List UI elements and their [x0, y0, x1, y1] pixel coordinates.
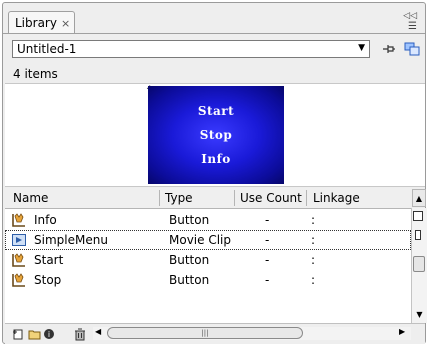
new-symbol-icon[interactable] — [11, 327, 25, 341]
list-header: Name Type Use Count Linkage — [5, 188, 411, 209]
column-divider[interactable] — [306, 190, 307, 206]
new-library-panel-icon[interactable] — [403, 40, 421, 58]
column-divider[interactable] — [234, 190, 235, 206]
button-symbol-icon — [11, 252, 27, 268]
column-header-type[interactable]: Type — [165, 191, 193, 205]
list-item[interactable]: Start Button - : — [5, 250, 411, 270]
column-divider[interactable] — [159, 190, 160, 206]
scroll-down-icon[interactable]: ▼ — [414, 309, 425, 320]
scroll-left-icon[interactable]: ◀ — [95, 327, 101, 336]
item-linkage: : — [311, 253, 316, 267]
close-tab-icon[interactable]: × — [61, 17, 70, 30]
horizontal-scroll-thumb[interactable]: ||| — [107, 327, 303, 339]
item-use-count: - — [265, 213, 270, 227]
collapse-panel-icon[interactable]: ◁◁ — [403, 11, 417, 21]
column-header-name[interactable]: Name — [13, 191, 48, 205]
item-name: Start — [34, 253, 64, 267]
preview-stop-label: Stop — [199, 128, 233, 142]
document-select[interactable]: Untitled-1 ▼ — [12, 40, 370, 58]
item-linkage: : — [311, 233, 316, 247]
item-name: Stop — [34, 273, 62, 287]
preview-start-label: Start — [197, 104, 235, 118]
horizontal-scrollbar[interactable]: ◀ ||| ▶ — [93, 327, 411, 340]
svg-text:i: i — [48, 330, 50, 339]
vertical-scroll-thumb[interactable] — [413, 256, 425, 272]
chevron-down-icon: ▼ — [358, 43, 365, 53]
document-select-value: Untitled-1 — [17, 42, 77, 56]
narrow-state-icon[interactable] — [415, 230, 421, 240]
properties-icon[interactable]: i — [42, 327, 56, 341]
item-type: Button — [169, 213, 210, 227]
list-item[interactable]: SimpleMenu Movie Clip - : — [5, 230, 411, 250]
tab-divider — [3, 33, 425, 34]
library-toolbar: i ◀ ||| ▶ — [5, 323, 425, 344]
new-folder-icon[interactable] — [27, 327, 41, 341]
vertical-scrollbar[interactable]: ▼ — [411, 208, 427, 323]
item-use-count: - — [265, 273, 270, 287]
column-header-linkage[interactable]: Linkage — [313, 191, 360, 205]
item-use-count: - — [265, 253, 270, 267]
list-item[interactable]: Stop Button - : — [5, 270, 411, 290]
symbol-preview: Start Stop Info — [148, 86, 284, 184]
scroll-right-icon[interactable]: ▶ — [399, 327, 405, 336]
item-linkage: : — [311, 273, 316, 287]
item-count: 4 items — [13, 67, 58, 81]
panel-options-icon[interactable]: ☰ — [408, 21, 417, 32]
item-type: Movie Clip — [169, 233, 231, 247]
symbol-preview-area: + Start Stop Info — [5, 83, 425, 187]
item-name: Info — [34, 213, 57, 227]
item-name: SimpleMenu — [34, 233, 108, 247]
item-linkage: : — [311, 213, 316, 227]
trash-icon[interactable] — [73, 327, 87, 341]
tab-label: Library — [15, 16, 57, 30]
button-symbol-icon — [11, 272, 27, 288]
tab-library[interactable]: Library × — [8, 11, 76, 34]
wide-state-icon[interactable] — [413, 211, 423, 221]
button-symbol-icon — [11, 212, 27, 228]
library-items-list: Info Button - : SimpleMenu Movie Clip - … — [5, 209, 411, 323]
item-type: Button — [169, 253, 210, 267]
movie-clip-symbol-icon — [11, 232, 27, 248]
library-panel: Library × ◁◁ ☰ Untitled-1 ▼ 4 items + St… — [2, 2, 427, 344]
column-header-use-count[interactable]: Use Count — [240, 191, 302, 205]
item-use-count: - — [265, 233, 270, 247]
preview-info-label: Info — [201, 152, 231, 166]
item-type: Button — [169, 273, 210, 287]
pin-library-icon[interactable] — [379, 40, 397, 58]
list-item[interactable]: Info Button - : — [5, 210, 411, 230]
sort-order-button[interactable]: ▲ — [412, 189, 426, 207]
